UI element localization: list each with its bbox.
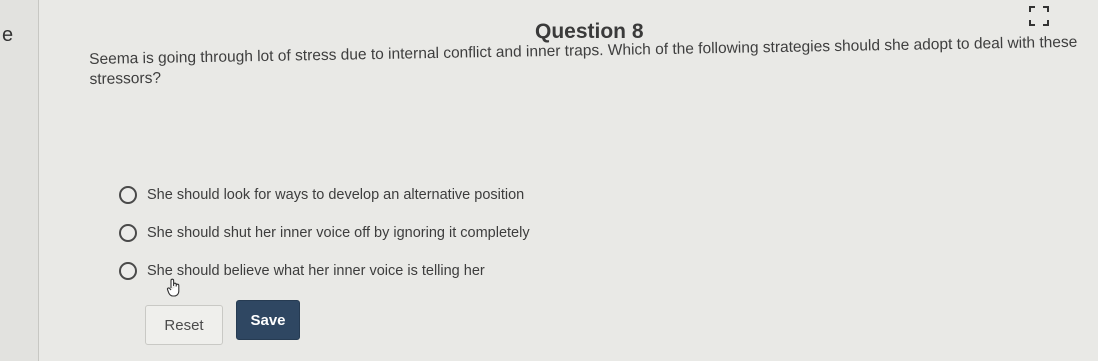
question-panel: Question 8 Seema is going through lot of… bbox=[39, 0, 1098, 361]
answer-options: She should look for ways to develop an a… bbox=[119, 176, 530, 290]
option-2[interactable]: She should shut her inner voice off by i… bbox=[119, 214, 530, 252]
option-1[interactable]: She should look for ways to develop an a… bbox=[119, 176, 530, 214]
option-label: She should look for ways to develop an a… bbox=[147, 187, 525, 203]
radio-button[interactable] bbox=[119, 186, 137, 204]
truncated-text: e bbox=[2, 24, 14, 46]
save-button[interactable]: Save bbox=[236, 300, 300, 340]
question-text: Seema is going through lot of stress due… bbox=[89, 33, 1078, 88]
expand-icon[interactable] bbox=[1026, 3, 1052, 29]
reset-button[interactable]: Reset bbox=[145, 305, 223, 345]
option-label: She should shut her inner voice off by i… bbox=[147, 225, 530, 241]
option-label: She should believe what her inner voice … bbox=[147, 263, 485, 279]
radio-button[interactable] bbox=[119, 224, 137, 242]
radio-button[interactable] bbox=[119, 262, 137, 280]
hand-cursor-icon bbox=[166, 278, 180, 297]
left-side-strip: e bbox=[0, 0, 39, 361]
